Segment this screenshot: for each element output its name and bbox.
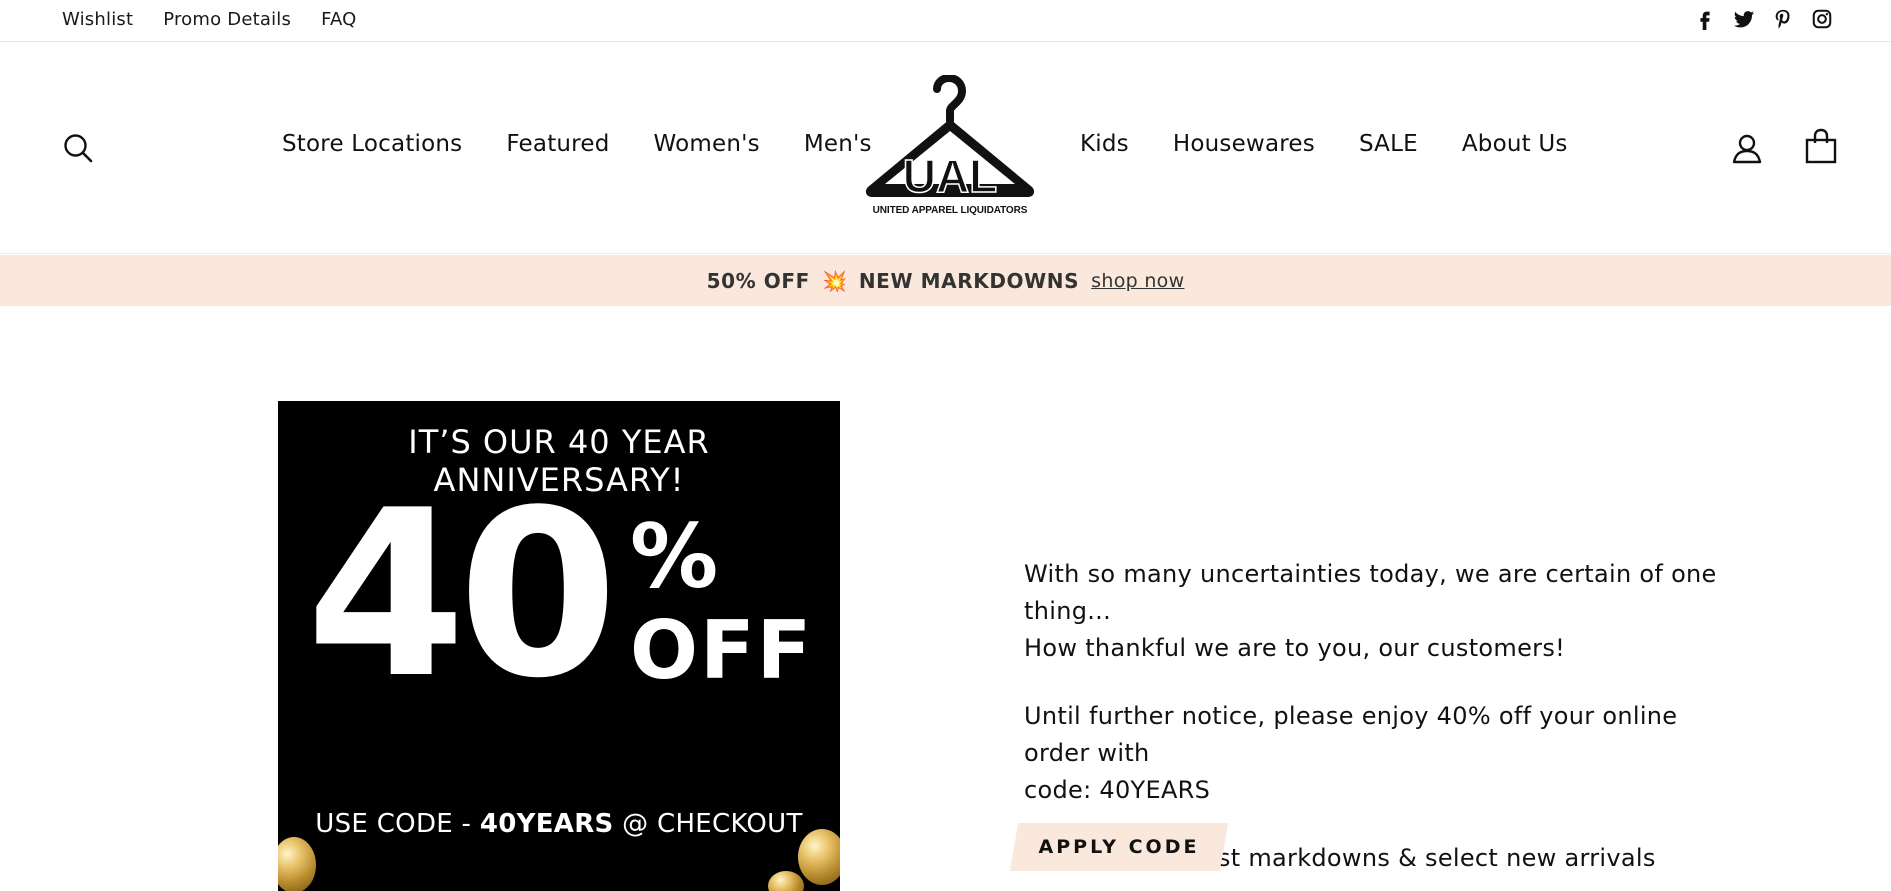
wishlist-link[interactable]: Wishlist bbox=[62, 9, 133, 30]
promo-code-line: USE CODE - 40YEARS @ CHECKOUT bbox=[315, 809, 803, 839]
logo-caption: UNITED APPAREL LIQUIDATORS bbox=[872, 205, 1028, 216]
promo-number: 40 bbox=[306, 462, 618, 729]
site-logo[interactable]: UAL UNITED APPAREL LIQUIDATORS bbox=[858, 73, 1042, 223]
gold-balloon-icon bbox=[278, 837, 316, 891]
nav-housewares[interactable]: Housewares bbox=[1173, 131, 1315, 157]
site-header: Store Locations Featured Women's Men's U… bbox=[0, 43, 1891, 254]
cart-icon[interactable] bbox=[1804, 128, 1838, 164]
facebook-icon[interactable] bbox=[1694, 8, 1716, 30]
pinterest-icon[interactable] bbox=[1772, 8, 1794, 30]
svg-text:UAL: UAL bbox=[903, 150, 998, 202]
nav-kids[interactable]: Kids bbox=[1080, 131, 1129, 157]
main-nav-left: Store Locations Featured Women's Men's bbox=[282, 131, 872, 157]
search-icon[interactable] bbox=[62, 132, 94, 164]
nav-sale[interactable]: SALE bbox=[1359, 131, 1418, 157]
social-links bbox=[1694, 8, 1833, 30]
promo-off: OFF bbox=[630, 604, 814, 697]
announcement-text: 50% OFF bbox=[706, 268, 810, 293]
nav-about-us[interactable]: About Us bbox=[1462, 131, 1568, 157]
promo-percent: % bbox=[630, 505, 719, 608]
announcement-text-markdowns: NEW MARKDOWNS bbox=[858, 268, 1080, 293]
utility-links: Wishlist Promo Details FAQ bbox=[62, 9, 357, 30]
instagram-icon[interactable] bbox=[1811, 8, 1833, 30]
nav-store-locations[interactable]: Store Locations bbox=[282, 131, 462, 157]
account-icon[interactable] bbox=[1730, 131, 1764, 165]
anniversary-promo-image: IT’S OUR 40 YEAR ANNIVERSARY! 40 % OFF U… bbox=[278, 401, 840, 891]
utility-bar: Wishlist Promo Details FAQ bbox=[0, 0, 1891, 42]
collision-icon: 💥 bbox=[821, 268, 847, 293]
gold-balloon-icon bbox=[768, 871, 804, 891]
apply-code-button[interactable]: APPLY CODE bbox=[1009, 823, 1229, 871]
gold-balloon-icon bbox=[798, 829, 840, 885]
twitter-icon[interactable] bbox=[1733, 8, 1755, 30]
nav-womens[interactable]: Women's bbox=[654, 131, 760, 157]
main-nav-right: Kids Housewares SALE About Us bbox=[1080, 131, 1568, 157]
paragraph-thanks: With so many uncertainties today, we are… bbox=[1024, 560, 1717, 662]
nav-featured[interactable]: Featured bbox=[506, 131, 609, 157]
faq-link[interactable]: FAQ bbox=[321, 9, 356, 30]
shop-now-link[interactable]: shop now bbox=[1091, 270, 1184, 292]
paragraph-offer: Until further notice, please enjoy 40% o… bbox=[1024, 702, 1678, 804]
apply-code-label: APPLY CODE bbox=[1038, 836, 1200, 858]
promo-details-link[interactable]: Promo Details bbox=[163, 9, 291, 30]
announcement-bar: 50% OFF 💥 NEW MARKDOWNS shop now bbox=[0, 255, 1891, 306]
